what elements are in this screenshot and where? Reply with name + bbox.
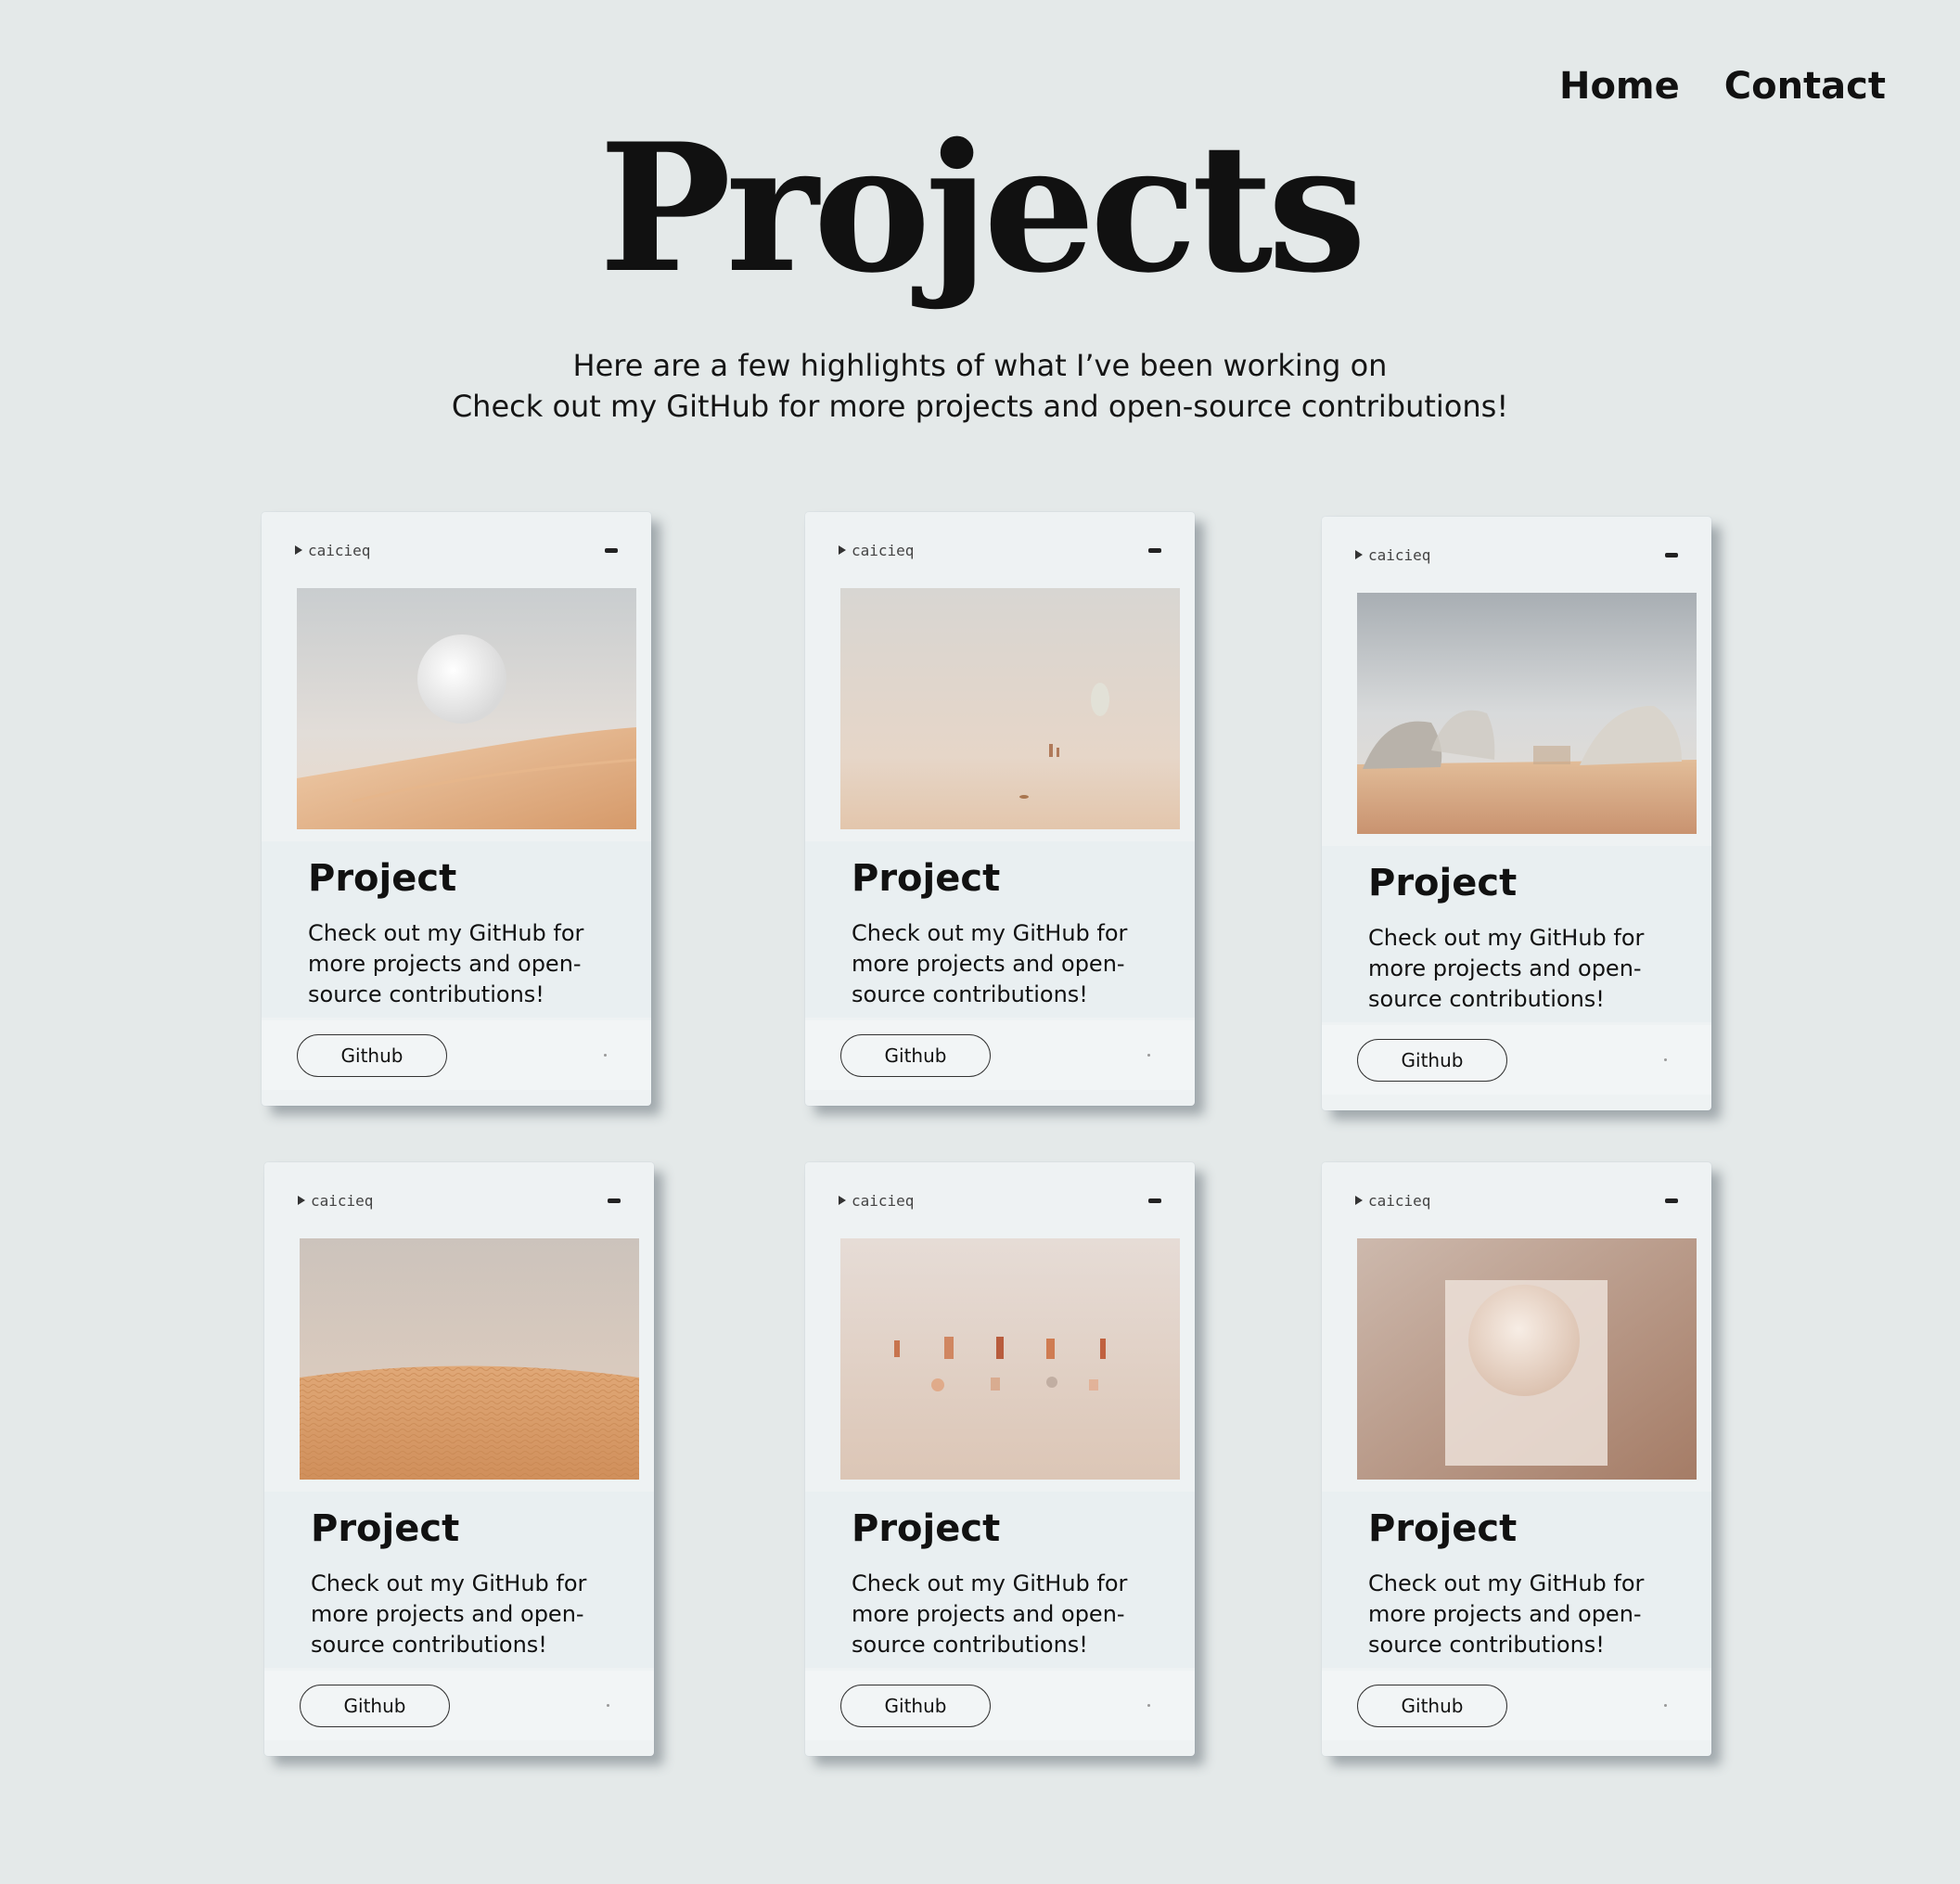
intro-line-1: Here are a few highlights of what I’ve b…: [572, 348, 1388, 383]
card-brand: caicieq: [839, 1192, 914, 1210]
card-brand: caicieq: [839, 542, 914, 559]
dot-icon: [1147, 1704, 1150, 1707]
card-brand-label: caicieq: [1368, 1191, 1431, 1210]
menu-icon[interactable]: [1665, 552, 1678, 558]
card-title: Project: [852, 857, 1001, 900]
card-brand-label: caicieq: [1368, 545, 1431, 564]
dot-icon: [604, 1054, 607, 1057]
project-card: caicieq Project Check out my GitHub for …: [264, 1162, 654, 1756]
project-card: caicieq Project Check out my GitHub for …: [1322, 517, 1711, 1110]
menu-icon[interactable]: [1665, 1198, 1678, 1203]
card-title: Project: [311, 1507, 460, 1550]
project-image-desert-moon: [297, 588, 636, 829]
card-brand: caicieq: [295, 542, 370, 559]
page-title: Projects: [598, 105, 1367, 312]
github-button[interactable]: Github: [300, 1685, 450, 1727]
project-image-wall-objects: [840, 1238, 1180, 1480]
menu-icon[interactable]: [608, 1198, 621, 1203]
github-button[interactable]: Github: [1357, 1039, 1507, 1082]
menu-icon[interactable]: [1148, 1198, 1161, 1203]
card-topbar: caicieq: [295, 540, 618, 560]
card-description: Check out my GitHub for more projects an…: [1368, 1570, 1645, 1658]
nav-home-link[interactable]: Home: [1559, 65, 1680, 108]
card-brand: caicieq: [298, 1192, 373, 1210]
card-topbar: caicieq: [839, 540, 1161, 560]
project-card: caicieq Project Check out my GitHub for …: [262, 512, 651, 1106]
github-button[interactable]: Github: [840, 1685, 991, 1727]
card-title: Project: [308, 857, 457, 900]
card-brand: caicieq: [1355, 1192, 1430, 1210]
top-nav: Home Contact: [1559, 65, 1886, 108]
intro-line-2: Check out my GitHub for more projects an…: [451, 389, 1509, 424]
project-image-hazy-desert: [840, 588, 1180, 829]
github-button[interactable]: Github: [297, 1034, 447, 1077]
project-card: caicieq Project Check out my GitHub for …: [1322, 1162, 1711, 1756]
dot-icon: [1147, 1054, 1150, 1057]
project-image-sand-dunes: [300, 1238, 639, 1480]
play-icon: [839, 1196, 846, 1205]
card-description: Check out my GitHub for more projects an…: [852, 920, 1128, 1007]
nav-contact-link[interactable]: Contact: [1724, 65, 1886, 108]
dot-icon: [1664, 1058, 1667, 1061]
dot-icon: [1664, 1704, 1667, 1707]
project-image-desert-domes: [1357, 593, 1697, 834]
play-icon: [298, 1196, 305, 1205]
menu-icon[interactable]: [1148, 547, 1161, 553]
card-topbar: caicieq: [1355, 1190, 1678, 1211]
play-icon: [839, 545, 846, 555]
card-topbar: caicieq: [1355, 545, 1678, 565]
card-brand: caicieq: [1355, 546, 1430, 564]
dot-icon: [607, 1704, 609, 1707]
menu-icon[interactable]: [605, 547, 618, 553]
card-topbar: caicieq: [298, 1190, 621, 1211]
card-brand-label: caicieq: [308, 541, 371, 559]
card-title: Project: [1368, 1507, 1518, 1550]
play-icon: [1355, 550, 1363, 559]
project-card: caicieq Project Check out my GitHub for: [805, 1162, 1195, 1756]
card-topbar: caicieq: [839, 1190, 1161, 1211]
card-title: Project: [852, 1507, 1001, 1550]
card-brand-label: caicieq: [311, 1191, 374, 1210]
card-title: Project: [1368, 862, 1518, 904]
play-icon: [1355, 1196, 1363, 1205]
play-icon: [295, 545, 302, 555]
card-brand-label: caicieq: [852, 1191, 915, 1210]
card-description: Check out my GitHub for more projects an…: [308, 920, 584, 1007]
card-brand-label: caicieq: [852, 541, 915, 559]
github-button[interactable]: Github: [840, 1034, 991, 1077]
card-description: Check out my GitHub for more projects an…: [1368, 925, 1645, 1012]
card-description: Check out my GitHub for more projects an…: [852, 1570, 1128, 1658]
project-card: caicieq Project Check out my GitHub for …: [805, 512, 1195, 1106]
github-button[interactable]: Github: [1357, 1685, 1507, 1727]
intro-text: Here are a few highlights of what I’ve b…: [0, 345, 1960, 427]
project-image-paper-moon: [1357, 1238, 1697, 1480]
card-description: Check out my GitHub for more projects an…: [311, 1570, 587, 1658]
